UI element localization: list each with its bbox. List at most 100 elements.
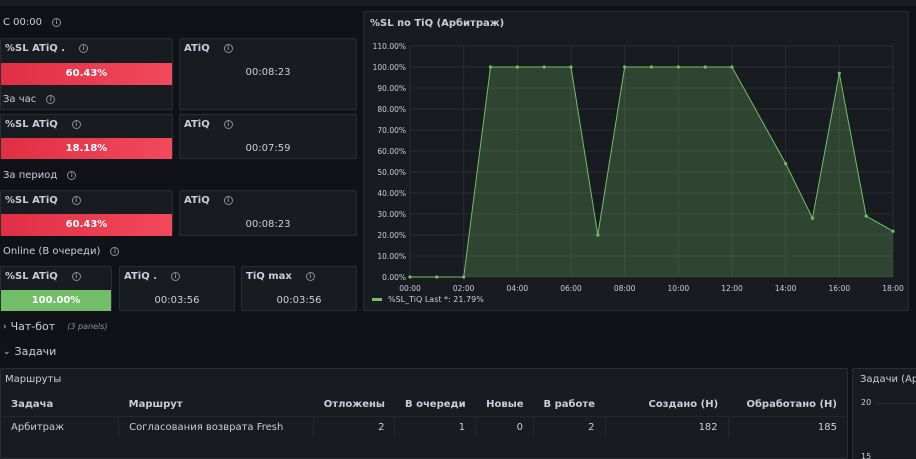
- data-point: [408, 275, 412, 279]
- column-header[interactable]: Задача: [1, 394, 119, 416]
- y-tick-label: 10.00%: [377, 252, 406, 261]
- column-header[interactable]: Маршрут: [119, 394, 314, 416]
- x-tick-label: 02:00: [453, 284, 475, 293]
- chevron-right-icon: ›: [3, 321, 7, 332]
- x-tick-label: 04:00: [507, 284, 529, 293]
- data-point: [488, 65, 493, 69]
- column-header[interactable]: Новые: [476, 394, 534, 416]
- section-period-text: За период: [3, 170, 58, 181]
- panel-title: %SL ATiQ i: [5, 195, 81, 206]
- stat-panel-atiq-hour[interactable]: ATiQ i 00:07:59: [179, 114, 357, 159]
- row-tasks-title: Задачи: [14, 345, 57, 358]
- data-point: [623, 65, 627, 69]
- routes-title: Маршруты: [5, 374, 62, 385]
- table-cell: Арбитраж: [1, 415, 119, 438]
- atiq-value: 00:08:23: [245, 67, 291, 78]
- sl-value-bar: 60.43%: [1, 63, 172, 85]
- y-tick-label: 110.00%: [373, 42, 406, 51]
- info-icon[interactable]: i: [51, 18, 61, 27]
- legend-text: %SL_TiQ Last *: 21.79%: [388, 295, 484, 304]
- x-tick-label: 12:00: [721, 284, 743, 293]
- column-header[interactable]: В работе: [534, 394, 605, 416]
- row-chatbot-meta: (3 panels): [67, 322, 108, 331]
- info-icon[interactable]: i: [71, 272, 81, 281]
- atiq-value: 00:07:59: [245, 143, 291, 154]
- row-chatbot-title: Чат-бот: [10, 320, 56, 333]
- info-icon[interactable]: i: [46, 95, 56, 104]
- y-tick-label: 20.00%: [377, 231, 406, 240]
- table-cell: 2: [533, 415, 605, 438]
- data-point: [891, 229, 895, 233]
- section-today-label: С 00:00 i: [3, 17, 61, 28]
- info-icon[interactable]: i: [223, 196, 233, 205]
- row-chatbot[interactable]: › Чат-бот (3 panels): [3, 320, 107, 333]
- panel-title: %SL ATiQ i: [5, 119, 81, 130]
- data-point: [462, 275, 466, 279]
- panel-title: TiQ max i: [246, 271, 315, 282]
- chart-legend[interactable]: %SL_TiQ Last *: 21.79%: [372, 295, 484, 304]
- section-hour-text: За час: [3, 94, 37, 105]
- info-icon[interactable]: i: [305, 272, 315, 281]
- column-header[interactable]: Создано (Н): [605, 394, 728, 416]
- chevron-down-icon: ⌄: [3, 346, 11, 357]
- table-cell: 185: [727, 415, 847, 438]
- column-header[interactable]: Обработано (Н): [728, 394, 847, 416]
- data-point: [435, 275, 439, 279]
- info-icon[interactable]: i: [223, 44, 233, 53]
- y-tick-label: 20: [861, 398, 872, 407]
- section-today-text: С 00:00: [3, 17, 42, 28]
- panel-title: ATiQ .i: [124, 271, 180, 282]
- x-tick-label: 08:00: [614, 284, 636, 293]
- legend-swatch: [372, 298, 382, 301]
- info-icon[interactable]: i: [171, 272, 180, 281]
- data-point: [649, 65, 654, 69]
- panel-title: ATiQ i: [184, 43, 233, 54]
- y-tick-label: 60.00%: [377, 147, 406, 156]
- info-icon[interactable]: i: [71, 120, 81, 129]
- y-tick-label: 0.00%: [382, 273, 406, 282]
- sl-tiq-chart-panel[interactable]: %SL по TiQ (Арбитраж) 0.00% 10.00% 20.00% 3…: [363, 11, 909, 311]
- table-row[interactable]: Арбитраж Согласования возврата Fresh 2 1 0 2 1…: [1, 415, 847, 438]
- tiqmax-value: 00:03:56: [276, 295, 322, 306]
- data-point: [703, 65, 707, 69]
- info-icon[interactable]: i: [71, 196, 81, 205]
- column-header[interactable]: Отложены: [314, 394, 395, 416]
- data-point: [864, 214, 868, 218]
- stat-panel-sl-period[interactable]: %SL ATiQ i 60.43%: [0, 190, 173, 236]
- section-online-text: Online (В очереди): [3, 246, 101, 257]
- stat-panel-atiq-period[interactable]: ATiQ i 00:08:23: [179, 190, 357, 236]
- info-icon[interactable]: i: [110, 247, 120, 256]
- row-tasks[interactable]: ⌄ Задачи: [3, 345, 56, 358]
- data-point: [569, 65, 573, 69]
- section-period-label: За период i: [3, 170, 77, 181]
- grid-line: [875, 403, 916, 404]
- info-icon[interactable]: i: [67, 171, 77, 180]
- stat-panel-sl-online[interactable]: %SL ATiQ i 100.00%: [0, 266, 112, 311]
- x-tick-label: 14:00: [775, 284, 797, 293]
- stat-panel-atiq-online[interactable]: ATiQ .i 00:03:56: [119, 266, 235, 311]
- x-tick-label: 00:00: [399, 284, 421, 293]
- info-icon[interactable]: i: [223, 120, 233, 129]
- info-icon[interactable]: i: [79, 44, 89, 53]
- y-tick-label: 70.00%: [377, 126, 406, 135]
- column-header[interactable]: В очереди: [395, 394, 476, 416]
- data-point: [730, 65, 734, 69]
- data-point: [837, 71, 841, 75]
- table-cell: 182: [604, 415, 729, 438]
- x-tick-label: 10:00: [668, 284, 690, 293]
- panel-title: %SL ATiQ i: [5, 271, 81, 282]
- panel-title: ATiQ i: [184, 195, 233, 206]
- tasks-arb-panel[interactable]: Задачи (Арб 20 15: [852, 368, 916, 459]
- sl-tiq-area-chart[interactable]: 0.00% 10.00% 20.00% 30.00% 40.00% 50.00% 60.00…: [364, 12, 910, 312]
- routes-table-wrap: Задача Маршрут Отложены В очереди Новые В раб…: [1, 394, 847, 438]
- panel-title: %SL ATiQ .i: [5, 43, 89, 54]
- stat-panel-tiqmax-online[interactable]: TiQ max i 00:03:56: [241, 266, 357, 311]
- section-hour-label: За час i: [3, 94, 56, 105]
- routes-table-panel[interactable]: Маршруты Задача Маршрут Отложены В очереди Н…: [0, 368, 848, 459]
- y-tick-label: 90.00%: [377, 84, 406, 93]
- y-tick-label: 100.00%: [373, 63, 406, 72]
- atiq-value: 00:03:56: [154, 295, 200, 306]
- sl-value-bar: 100.00%: [1, 290, 111, 311]
- stat-panel-sl-hour[interactable]: %SL ATiQ i 18.18%: [0, 114, 173, 159]
- stat-panel-atiq-today[interactable]: ATiQ i 00:08:23: [179, 38, 357, 110]
